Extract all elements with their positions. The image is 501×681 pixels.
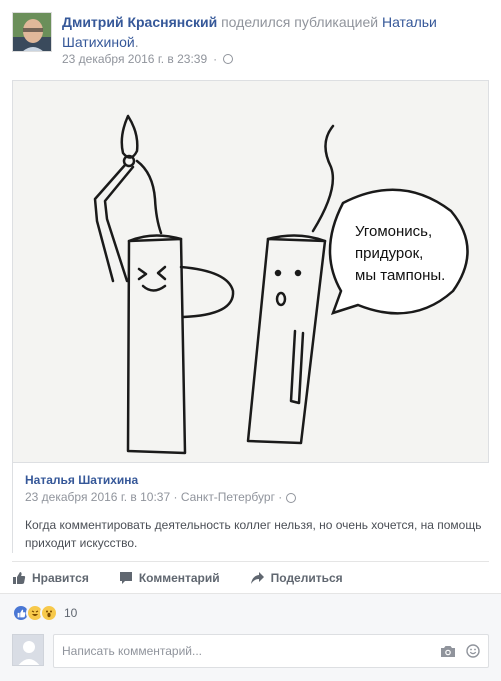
comment-input-box[interactable]: [53, 634, 489, 668]
shared-image[interactable]: Угомонись, придурок, мы тампоны.: [12, 80, 489, 463]
like-label: Нравится: [32, 570, 89, 585]
comment-label: Комментарий: [138, 570, 220, 585]
author-photo: [13, 13, 51, 51]
wow-icon: [40, 604, 58, 622]
comment-button[interactable]: Комментарий: [119, 571, 220, 585]
shared-globe-icon[interactable]: [285, 492, 296, 503]
share-button[interactable]: Поделиться: [250, 571, 343, 585]
commenter-avatar: [12, 634, 44, 666]
shared-location[interactable]: Санкт-Петербург: [181, 490, 275, 504]
shared-meta: 23 декабря 2016 г. в 10:37 · Санкт-Петер…: [25, 490, 296, 504]
speech-line-2: придурок,: [355, 245, 424, 262]
shared-author-name[interactable]: Наталья Шатихина: [25, 473, 138, 487]
post-header: Дмитрий Краснянский поделился публикацие…: [62, 12, 492, 52]
reactions-summary[interactable]: 10: [12, 604, 77, 622]
shared-timestamp[interactable]: 23 декабря 2016 г. в 10:37: [25, 490, 170, 504]
thumbs-up-icon: [13, 571, 26, 584]
author-avatar[interactable]: [12, 12, 52, 52]
shared-post-text: Когда комментировать деятельность коллег…: [25, 518, 482, 550]
reaction-count[interactable]: 10: [64, 606, 77, 620]
post-timestamp[interactable]: 23 декабря 2016 г. в 23:39: [62, 52, 207, 66]
shared-separator: ·: [173, 490, 178, 504]
comment-icon: [119, 571, 132, 584]
like-button[interactable]: Нравится: [12, 571, 89, 585]
shared-separator-2: ·: [278, 490, 283, 504]
globe-icon[interactable]: [223, 54, 234, 64]
header-period: .: [134, 34, 139, 50]
post-meta: 23 декабря 2016 г. в 23:39 ·: [62, 52, 234, 66]
comment-input[interactable]: [62, 644, 422, 658]
speech-bubble-text: Угомонись, придурок, мы тампоны.: [355, 221, 465, 287]
speech-line-3: мы тампоны.: [355, 267, 446, 284]
share-label: Поделиться: [270, 570, 343, 585]
emoji-icon[interactable]: [466, 644, 480, 658]
comment-composer: [12, 634, 489, 668]
comment-input-icons: [440, 644, 480, 658]
post-actions: Нравится Комментарий Поделиться: [12, 561, 489, 593]
share-arrow-icon: [250, 571, 264, 584]
post-footer: 10: [0, 593, 501, 681]
author-name-link[interactable]: Дмитрий Краснянский: [62, 14, 217, 30]
post-card: Дмитрий Краснянский поделился публикацие…: [0, 0, 501, 681]
default-user-icon: [13, 635, 43, 665]
shared-post-attribution: Наталья Шатихина 23 декабря 2016 г. в 10…: [12, 463, 489, 553]
speech-line-1: Угомонись,: [355, 223, 433, 240]
share-action-text: поделился публикацией: [217, 14, 382, 30]
meta-separator: ·: [213, 52, 218, 66]
camera-icon[interactable]: [440, 645, 456, 658]
